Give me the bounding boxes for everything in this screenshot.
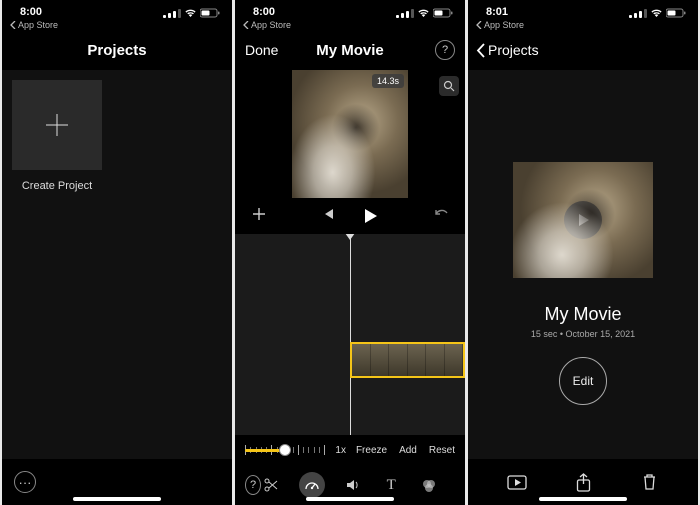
text-tool[interactable]: T: [381, 475, 401, 495]
share-button[interactable]: [572, 471, 594, 493]
more-button[interactable]: ···: [14, 471, 36, 493]
status-time: 8:01: [486, 6, 508, 18]
status-right: [396, 8, 453, 18]
cellular-icon: [163, 9, 181, 18]
movie-thumbnail[interactable]: [513, 162, 653, 278]
status-right: [629, 8, 686, 18]
projects-grid: Create Project: [2, 70, 232, 459]
skip-back-icon: [321, 207, 335, 221]
nav-bar: Done My Movie ?: [235, 30, 465, 70]
edit-button[interactable]: Edit: [559, 357, 607, 405]
undo-icon: [433, 207, 449, 221]
wifi-icon: [650, 8, 663, 18]
playhead[interactable]: [350, 234, 351, 435]
create-project-tile[interactable]: [12, 80, 102, 170]
speed-control-bar: 1x Freeze Add Reset: [235, 435, 465, 465]
video-clip[interactable]: [350, 342, 465, 378]
play-fullscreen-button[interactable]: [506, 471, 528, 493]
done-button[interactable]: Done: [245, 30, 278, 70]
movie-title: My Movie: [544, 304, 621, 325]
create-project-label: Create Project: [12, 180, 102, 192]
status-bar: 8:01: [468, 0, 698, 18]
magnifier-icon: [443, 80, 455, 92]
screen-editor: 8:00 App Store Done My Movie ? 14.3s: [235, 0, 465, 505]
status-time: 8:00: [253, 6, 275, 18]
help-button[interactable]: ?: [435, 40, 455, 60]
filters-icon: [421, 477, 437, 493]
undo-button[interactable]: [433, 207, 449, 226]
movie-subtitle: 15 sec • October 15, 2021: [531, 329, 635, 339]
timeline[interactable]: [235, 234, 465, 435]
play-button[interactable]: [361, 207, 379, 225]
status-right: [163, 8, 220, 18]
back-to-app-link[interactable]: App Store: [2, 18, 232, 30]
back-to-app-link[interactable]: App Store: [235, 18, 465, 30]
delete-button[interactable]: [638, 471, 660, 493]
play-rect-icon: [507, 475, 527, 490]
chevron-left-icon: [476, 43, 485, 58]
zoom-button[interactable]: [439, 76, 459, 96]
play-icon: [361, 207, 379, 225]
footer-bar: [468, 459, 698, 505]
rewind-button[interactable]: [321, 207, 335, 226]
footer-bar: ···: [2, 459, 232, 505]
plus-icon: [43, 111, 71, 139]
clip-duration-badge: 14.3s: [372, 74, 404, 88]
cellular-icon: [396, 9, 414, 18]
video-preview[interactable]: 14.3s: [235, 70, 465, 198]
freeze-button[interactable]: Freeze: [356, 445, 387, 456]
back-button[interactable]: Projects: [476, 30, 539, 70]
nav-title: My Movie: [316, 42, 384, 59]
editor-toolbar: ? T: [235, 465, 465, 505]
cellular-icon: [629, 9, 647, 18]
volume-icon: [345, 477, 361, 493]
status-bar: 8:00: [2, 0, 232, 18]
play-overlay[interactable]: [564, 201, 602, 239]
battery-icon: [666, 8, 686, 18]
preview-frame: 14.3s: [292, 70, 408, 198]
speedometer-icon: [304, 477, 320, 493]
status-time: 8:00: [20, 6, 42, 18]
speed-slider-knob[interactable]: [279, 444, 291, 456]
home-indicator[interactable]: [306, 497, 394, 501]
trash-icon: [642, 473, 657, 491]
nav-title: Projects: [87, 42, 146, 59]
speed-slider[interactable]: [245, 442, 325, 458]
volume-tool[interactable]: [343, 475, 363, 495]
back-to-app-link[interactable]: App Store: [468, 18, 698, 30]
nav-bar: Projects: [468, 30, 698, 70]
add-media-button[interactable]: [251, 206, 267, 227]
wifi-icon: [417, 8, 430, 18]
scissors-icon: [263, 477, 279, 493]
reset-speed-button[interactable]: Reset: [429, 445, 455, 456]
add-speed-button[interactable]: Add: [399, 445, 417, 456]
speed-value: 1x: [335, 445, 346, 456]
play-icon: [575, 212, 591, 228]
screen-projects: 8:00 App Store Projects Create Project ·…: [2, 0, 232, 505]
wifi-icon: [184, 8, 197, 18]
plus-icon: [251, 206, 267, 222]
battery-icon: [200, 8, 220, 18]
home-indicator[interactable]: [73, 497, 161, 501]
scissors-tool[interactable]: [261, 475, 281, 495]
movie-detail-body: My Movie 15 sec • October 15, 2021 Edit: [468, 70, 698, 459]
battery-icon: [433, 8, 453, 18]
transport-bar: [235, 198, 465, 234]
screen-movie-detail: 8:01 App Store Projects My Movie 15 sec …: [468, 0, 698, 505]
help-button[interactable]: ?: [245, 475, 261, 495]
speed-tool[interactable]: [299, 472, 325, 498]
nav-bar: Projects: [2, 30, 232, 70]
share-icon: [576, 473, 591, 492]
status-bar: 8:00: [235, 0, 465, 18]
filters-tool[interactable]: [419, 475, 439, 495]
home-indicator[interactable]: [539, 497, 627, 501]
